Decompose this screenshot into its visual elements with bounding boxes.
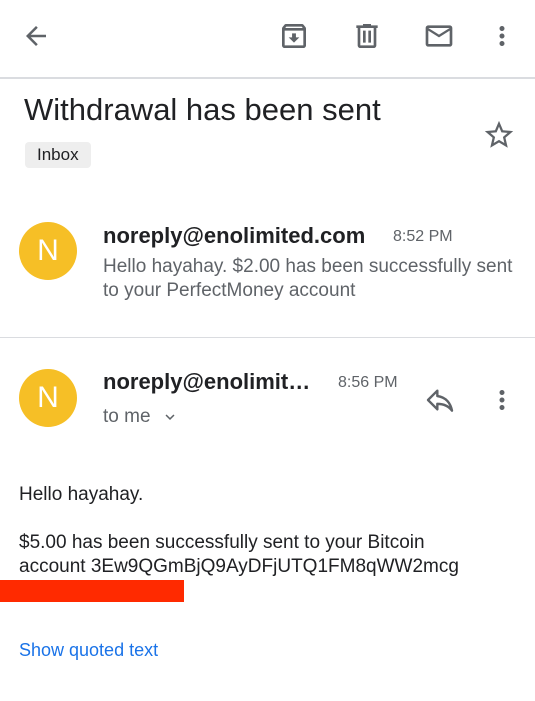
show-quoted-text-link[interactable]: Show quoted text <box>19 640 158 661</box>
sender-email: noreply@enolimited.com <box>103 223 366 248</box>
inbox-label-chip[interactable]: Inbox <box>25 142 91 168</box>
toolbar <box>0 0 535 76</box>
redaction-bar <box>0 580 184 602</box>
sender-avatar: N <box>19 222 77 280</box>
recipient-label: to me <box>103 406 151 427</box>
toolbar-divider <box>0 77 535 79</box>
trash-icon[interactable] <box>349 18 385 54</box>
more-vert-icon[interactable] <box>484 18 520 54</box>
arrow-back-icon[interactable] <box>18 18 54 54</box>
message-body-line: $5.00 has been successfully sent to your… <box>19 532 425 553</box>
mail-icon[interactable] <box>421 18 457 54</box>
message-time: 8:56 PM <box>338 374 398 391</box>
archive-icon[interactable] <box>276 18 312 54</box>
more-vert-icon[interactable] <box>484 382 520 418</box>
chevron-down-icon <box>165 414 175 420</box>
sender-avatar[interactable]: N <box>19 369 77 427</box>
reply-icon[interactable] <box>422 382 458 418</box>
message-time: 8:52 PM <box>393 228 453 245</box>
email-subject: Withdrawal has been sent <box>24 92 381 127</box>
recipient-details-toggle[interactable]: to me <box>103 406 179 428</box>
message-body-line: account 3Ew9QGmBjQ9AyDFjUTQ1FM8qWW2mcg <box>19 556 459 577</box>
message-snippet: Hello hayahay. $2.00 has been successful… <box>103 256 513 301</box>
sender-email: noreply@enolimit… <box>103 369 311 394</box>
message-divider <box>0 337 535 338</box>
message-greeting: Hello hayahay. <box>19 484 144 505</box>
star-outline-icon[interactable] <box>482 118 516 152</box>
